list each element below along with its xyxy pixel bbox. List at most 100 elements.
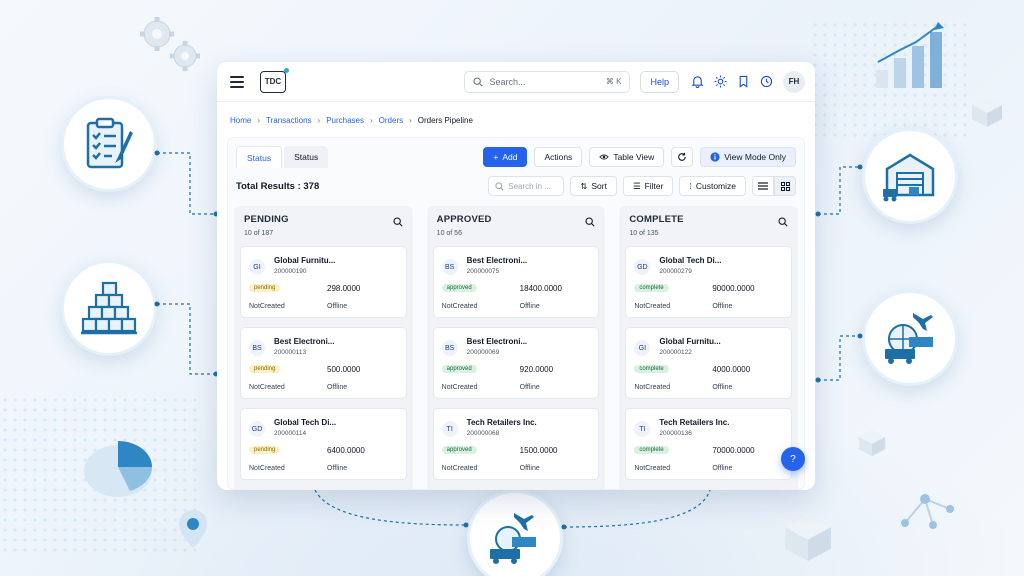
- column-approved: APPROVED 10 of 56 BS Best Electroni... 20000…: [426, 206, 606, 489]
- mode-status: Offline: [327, 303, 348, 310]
- order-card[interactable]: GI Global Furnitu... 200000190 pending 298.0…: [240, 246, 407, 318]
- mode-status: Offline: [712, 303, 733, 310]
- filter-button[interactable]: ☰ Filter: [622, 176, 674, 196]
- info-icon: [710, 152, 720, 162]
- status-badge: pending: [249, 365, 281, 373]
- mode-status: Offline: [519, 465, 540, 472]
- bell-icon[interactable]: [691, 75, 704, 88]
- order-amount: 90000.0000: [712, 284, 755, 293]
- company-name: Global Tech Di...: [659, 256, 722, 265]
- order-card[interactable]: TI Tech Retailers Inc. 200000136 complete 70…: [625, 408, 793, 480]
- order-id: 200000190: [274, 268, 307, 275]
- search-shortcut: ⌘ K: [605, 77, 622, 86]
- breadcrumb-orders[interactable]: Orders: [379, 116, 403, 125]
- status-badge: complete: [634, 365, 669, 373]
- list-view-icon[interactable]: [752, 176, 774, 196]
- breadcrumb-transactions[interactable]: Transactions: [266, 116, 312, 125]
- column-complete: COMPLETE 10 of 135 GD Global Tech Di... 2000…: [619, 206, 799, 489]
- bookmark-icon[interactable]: [737, 75, 750, 88]
- chevron-right-icon: ›: [369, 116, 373, 125]
- customize-label: Customize: [695, 181, 736, 191]
- breadcrumb: Home › Transactions › Purchases › Orders…: [217, 102, 815, 125]
- status-badge: pending: [249, 446, 281, 454]
- refresh-icon: [678, 152, 687, 161]
- company-name: Global Furnitu...: [274, 256, 336, 265]
- filter-icon: ☰: [632, 180, 641, 191]
- column-title: COMPLETE: [629, 214, 684, 225]
- status-badge: approved: [441, 446, 477, 454]
- sort-button[interactable]: ⇅ Sort: [570, 176, 617, 196]
- help-button[interactable]: Help: [640, 70, 679, 93]
- view-toggle: [752, 176, 796, 196]
- order-id: 200000136: [659, 430, 692, 437]
- column-header: APPROVED 10 of 56: [427, 206, 606, 237]
- order-card[interactable]: GI Global Furnitu... 200000122 complete 4000…: [625, 327, 793, 399]
- tab-status-active[interactable]: Status: [236, 146, 283, 168]
- plus-icon: +: [493, 152, 499, 162]
- order-card[interactable]: BS Best Electroni... 200000069 approved 920.…: [432, 327, 600, 399]
- created-status: NotCreated: [249, 465, 285, 472]
- search-icon[interactable]: [585, 217, 595, 227]
- column-count: 10 of 56: [436, 230, 462, 237]
- mode-status: Offline: [327, 384, 348, 391]
- action-buttons: + Add Actions Table View View Mode Only: [483, 147, 796, 167]
- status-badge: approved: [441, 284, 477, 292]
- breadcrumb-current: Orders Pipeline: [417, 116, 473, 125]
- created-status: NotCreated: [441, 465, 478, 472]
- pipeline-panel: Status Status + Add Actions Table View V…: [227, 137, 805, 490]
- tab-status[interactable]: Status: [284, 146, 329, 168]
- add-button[interactable]: + Add: [483, 147, 528, 167]
- created-status: NotCreated: [249, 384, 285, 391]
- history-icon[interactable]: [760, 75, 773, 88]
- search-in-input[interactable]: Search in ...: [488, 176, 565, 196]
- view-mode-label: View Mode Only: [724, 152, 786, 162]
- order-id: 200000075: [466, 268, 500, 275]
- column-header: COMPLETE 10 of 135: [619, 206, 798, 237]
- order-amount: 1500.0000: [519, 446, 558, 455]
- order-amount: 18400.0000: [519, 284, 562, 293]
- order-card[interactable]: BS Best Electroni... 200000075 approved 1840…: [432, 246, 600, 318]
- search-input[interactable]: Search... ⌘ K: [464, 70, 631, 93]
- logo-dot: [284, 67, 289, 73]
- mode-status: Offline: [712, 384, 733, 391]
- toolbar-row: Total Results : 378 Search in ... ⇅ Sort…: [228, 168, 804, 196]
- company-avatar: TI: [634, 421, 651, 437]
- company-name: Best Electroni...: [466, 256, 528, 265]
- order-card[interactable]: TI Tech Retailers Inc. 200000068 approved 15…: [432, 408, 600, 480]
- refresh-button[interactable]: [671, 147, 694, 167]
- company-name: Global Tech Di...: [274, 418, 337, 427]
- company-name: Tech Retailers Inc.: [466, 418, 537, 427]
- company-name: Tech Retailers Inc.: [659, 418, 730, 427]
- actions-button[interactable]: Actions: [534, 147, 583, 167]
- order-card[interactable]: GD Global Tech Di... 200000279 complete 9000…: [625, 246, 793, 318]
- created-status: NotCreated: [634, 303, 671, 310]
- company-avatar: GD: [634, 259, 651, 275]
- search-icon[interactable]: [778, 217, 788, 227]
- table-view-button[interactable]: Table View: [589, 147, 665, 167]
- help-fab-button[interactable]: ?: [781, 447, 805, 471]
- order-card[interactable]: GD Global Tech Di... 200000114 pending 6400.…: [240, 408, 407, 480]
- view-mode-button[interactable]: View Mode Only: [700, 147, 796, 167]
- customize-button[interactable]: ⁞ Customize: [679, 176, 746, 196]
- order-id: 200000114: [274, 430, 307, 437]
- chevron-right-icon: ›: [317, 116, 321, 125]
- breadcrumb-home[interactable]: Home: [230, 116, 251, 125]
- order-id: 200000122: [659, 349, 692, 356]
- grid-dots-icon: ⁞: [689, 181, 692, 191]
- filter-controls: Search in ... ⇅ Sort ☰ Filter ⁞ Customiz…: [488, 176, 796, 196]
- breadcrumb-purchases[interactable]: Purchases: [326, 116, 364, 125]
- menu-icon[interactable]: [230, 75, 244, 88]
- total-results: Total Results : 378: [236, 180, 320, 192]
- avatar[interactable]: FH: [783, 70, 805, 93]
- status-badge: complete: [634, 446, 669, 454]
- sun-icon[interactable]: [714, 75, 727, 88]
- order-amount: 920.0000: [519, 365, 554, 374]
- search-icon[interactable]: [393, 217, 403, 227]
- order-card[interactable]: BS Best Electroni... 200000113 pending 500.0…: [240, 327, 407, 399]
- column-count: 10 of 135: [629, 230, 659, 237]
- filter-label: Filter: [644, 181, 664, 191]
- company-avatar: BS: [441, 340, 458, 356]
- status-badge: complete: [634, 284, 669, 292]
- grid-view-icon[interactable]: [774, 176, 796, 196]
- app-logo[interactable]: TDC: [260, 67, 289, 93]
